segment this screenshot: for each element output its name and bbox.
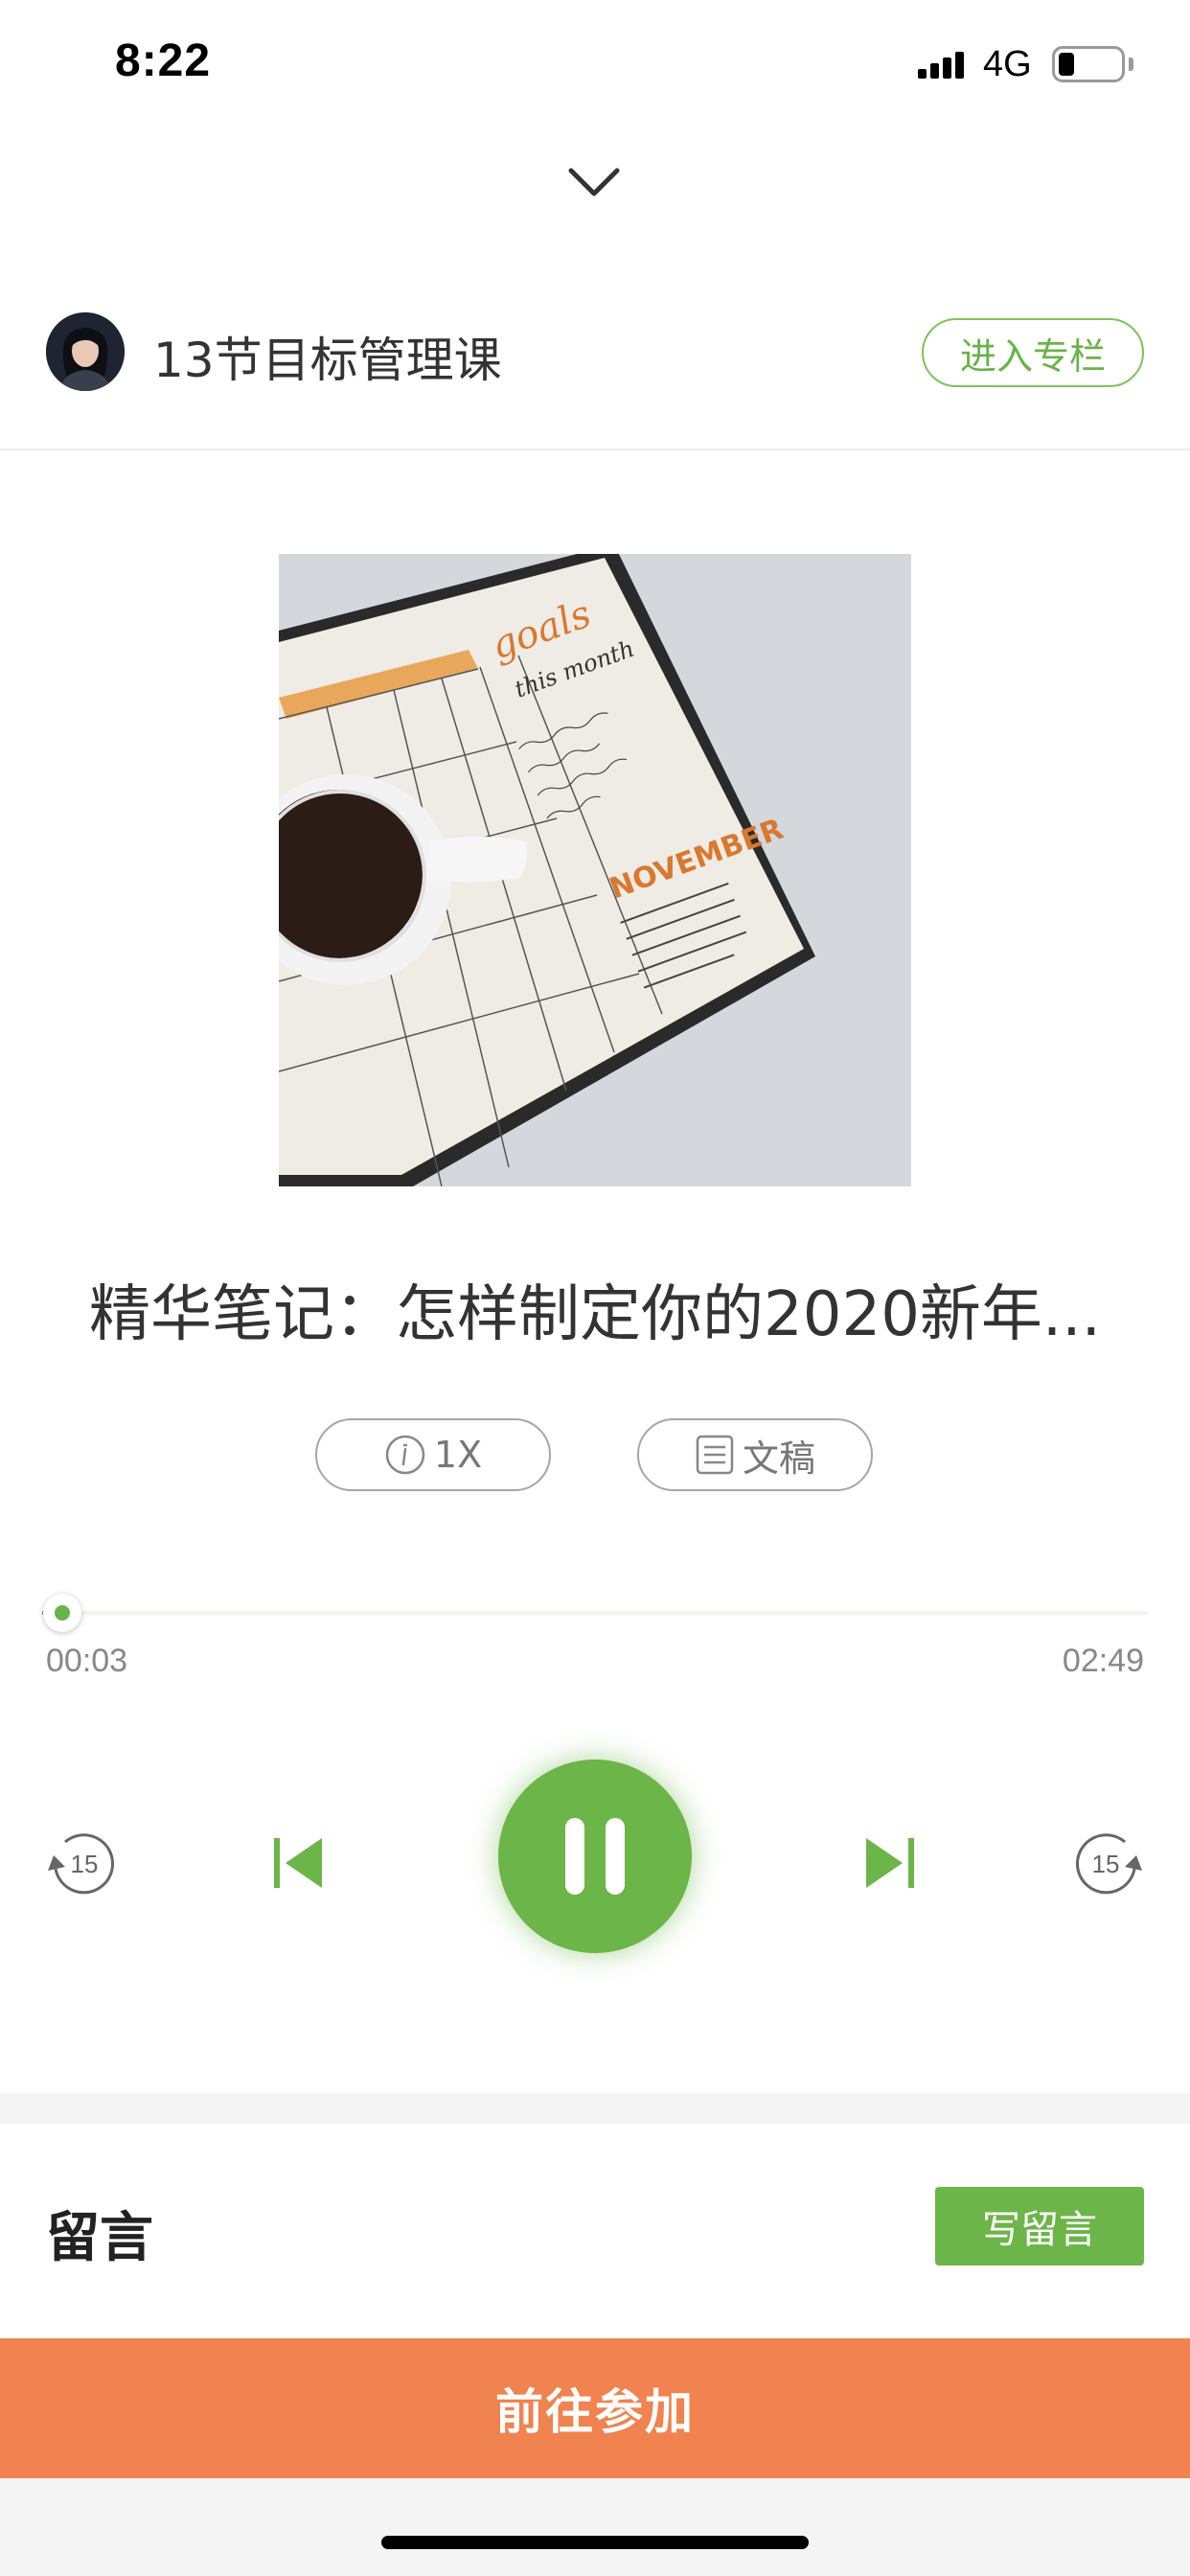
current-time: 00:03 — [46, 1643, 128, 1679]
signal-strength-icon — [918, 52, 964, 79]
transcript-button[interactable]: 文稿 — [637, 1418, 873, 1491]
pause-icon — [565, 1818, 625, 1895]
forward-seconds: 15 — [1092, 1850, 1120, 1878]
episode-title: 精华笔记：怎样制定你的2020新年... — [89, 1279, 1101, 1350]
chevron-down-icon[interactable] — [565, 163, 623, 201]
home-indicator[interactable] — [381, 2536, 809, 2549]
enter-column-button[interactable]: 进入专栏 — [922, 318, 1144, 387]
total-time: 02:49 — [1062, 1643, 1144, 1679]
join-button[interactable]: 前往参加 — [0, 2338, 1190, 2478]
status-bar: 8:22 4G — [0, 0, 1190, 126]
battery-icon — [1052, 46, 1125, 82]
write-comment-button[interactable]: 写留言 — [935, 2187, 1144, 2266]
section-divider — [0, 2093, 1190, 2124]
course-title[interactable]: 13节目标管理课 — [153, 322, 502, 391]
document-icon — [696, 1435, 734, 1475]
battery-cap — [1129, 58, 1133, 71]
rewind-seconds: 15 — [71, 1850, 99, 1878]
rewind-15-button[interactable]: 15 — [44, 1825, 121, 1901]
skip-previous-icon — [274, 1838, 322, 1888]
forward-15-button[interactable]: 15 — [1069, 1825, 1146, 1901]
forward-15-icon: 15 — [1075, 1833, 1142, 1895]
next-track-button[interactable] — [857, 1825, 924, 1901]
comments-title: 留言 — [46, 2207, 153, 2269]
bottom-safe-area — [0, 2478, 1190, 2576]
previous-track-button[interactable] — [264, 1825, 332, 1901]
playback-speed-button[interactable]: 1X — [315, 1418, 551, 1491]
course-header: 13节目标管理课 进入专栏 — [0, 288, 1190, 450]
author-avatar[interactable] — [46, 312, 125, 391]
playback-speed-label: 1X — [433, 1434, 483, 1476]
network-type: 4G — [983, 44, 1032, 84]
pause-button[interactable] — [498, 1760, 692, 1953]
cover-image: goals this month NOVEMBER — [279, 554, 911, 1186]
status-time: 8:22 — [115, 35, 212, 86]
rewind-15-icon: 15 — [48, 1833, 115, 1895]
skip-next-icon — [866, 1838, 914, 1888]
transcript-label: 文稿 — [742, 1437, 815, 1480]
speed-gauge-icon — [385, 1435, 425, 1475]
progress-slider[interactable] — [42, 1594, 1148, 1632]
progress-thumb[interactable] — [42, 1594, 81, 1632]
